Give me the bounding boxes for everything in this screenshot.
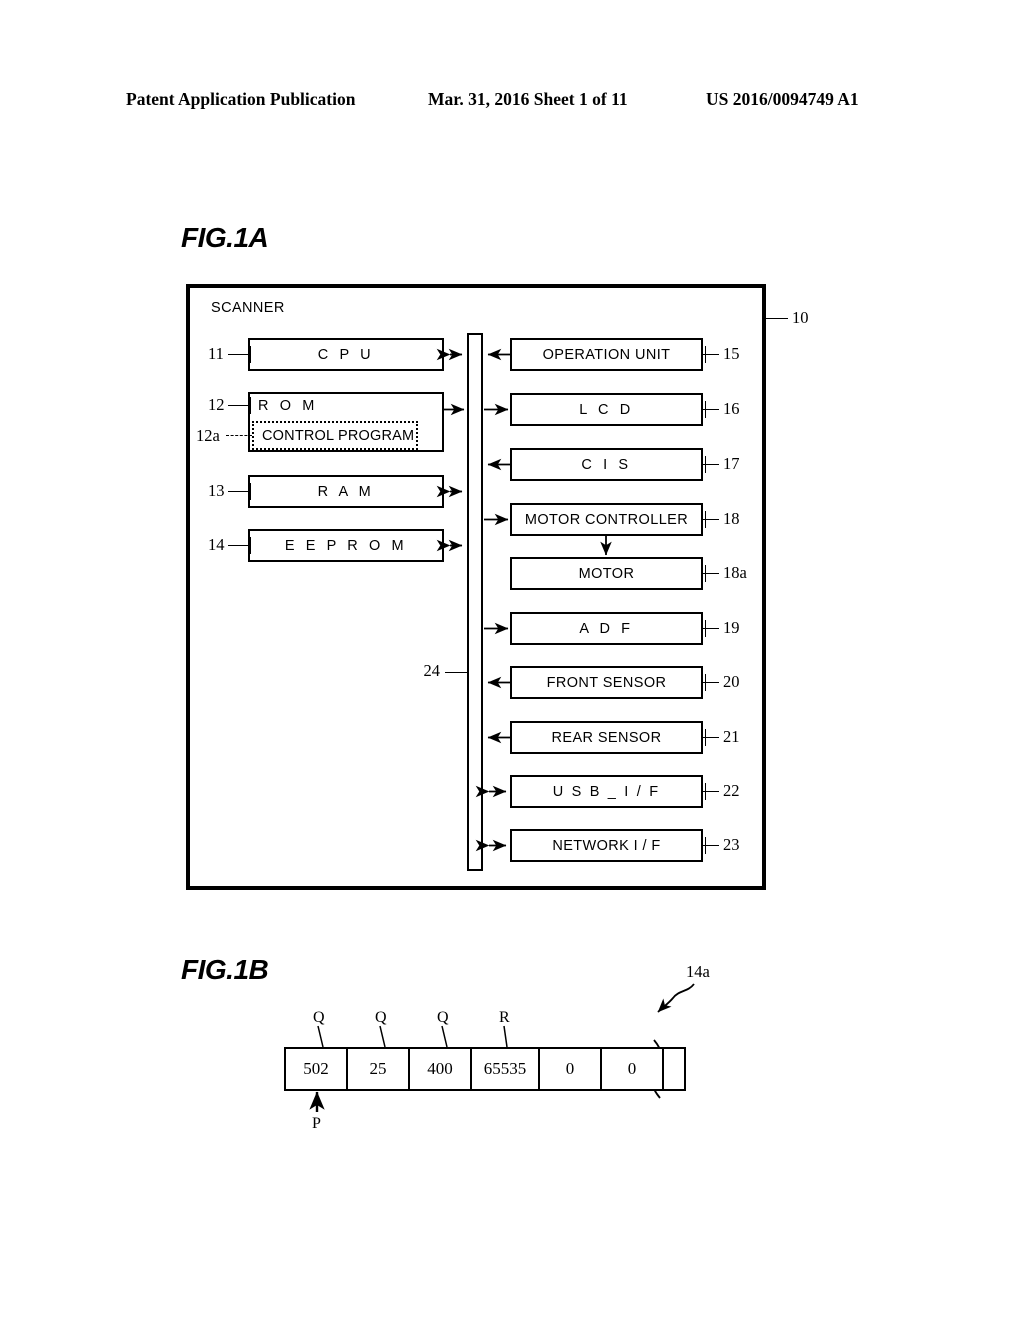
ref-numeral-15: 15 [723,344,740,363]
header-date-sheet: Mar. 31, 2016 Sheet 1 of 11 [428,88,628,109]
block-ram: R A M [248,475,444,508]
block-rom-label: R O M [258,398,318,414]
leader-tick-18 [705,511,706,528]
leader-ref-14a-arrow [657,983,695,1013]
block-adf-label: A D F [579,620,634,637]
page-header: Patent Application Publication Mar. 31, … [0,84,1024,114]
figure-1b-caption: FIG.1B [181,954,269,985]
ref-numeral-22: 22 [723,781,740,800]
cell-tag-1: Q [375,1009,387,1026]
pointer-p-label: P [312,1115,321,1132]
block-motor-label: MOTOR [578,565,635,582]
leader-tick-21 [705,729,706,746]
ref-numeral-19: 19 [723,618,740,637]
block-cis-label: C I S [581,456,632,473]
ref-numeral-16: 16 [723,399,740,418]
block-control-program-label: CONTROL PROGRAM [262,427,415,444]
block-usb-if-label: U S B _ I / F [552,783,661,800]
memory-cell: 25 [348,1049,410,1089]
ref-numeral-12a: 12a [196,426,220,445]
header-publication-number: US 2016/0094749 A1 [706,88,859,109]
block-front-sensor: FRONT SENSOR [510,666,703,699]
ref-numeral-10: 10 [792,308,809,327]
block-rear-sensor: REAR SENSOR [510,721,703,754]
memory-cell-value: 0 [627,1059,637,1078]
figure-1a-caption: FIG.1A [181,222,269,253]
block-control-program: CONTROL PROGRAM [252,421,418,450]
memory-cell-value: 65535 [483,1059,527,1078]
leader-tick-20 [705,674,706,691]
ref-numeral-18: 18 [723,509,740,528]
cell-tag-0: Q [313,1009,325,1026]
ref-numeral-20: 20 [723,672,740,691]
memory-strip: 502 25 400 65535 0 0 [284,1047,686,1091]
ref-numeral-21: 21 [723,727,740,746]
ref-numeral-14a: 14a [686,962,710,981]
block-eeprom-label: E E P R O M [284,537,408,554]
leader-ref-14 [228,545,250,546]
ref-numeral-17: 17 [723,454,740,473]
ref-numeral-18a: 18a [723,563,747,582]
leader-tick-22 [705,783,706,800]
leader-tick-17 [705,456,706,473]
block-motor: MOTOR [510,557,703,590]
block-operation-unit: OPERATION UNIT [510,338,703,371]
ref-numeral-13: 13 [208,481,225,500]
block-front-sensor-label: FRONT SENSOR [546,674,667,691]
block-eeprom: E E P R O M [248,529,444,562]
leader-tick-18a [705,565,706,582]
leader-ref-12a [226,435,252,436]
leader-tick-23 [705,837,706,854]
cell-tag-3: R [499,1009,510,1026]
memory-cell: 502 [286,1049,348,1089]
memory-cell: 0 [540,1049,602,1089]
memory-cell [664,1049,684,1089]
block-cis: C I S [510,448,703,481]
block-motor-controller-label: MOTOR CONTROLLER [524,511,689,528]
memory-cell: 400 [410,1049,472,1089]
leader-tick-14 [250,537,251,554]
memory-cell-value: 0 [565,1059,575,1078]
leader-ref-12 [228,405,250,406]
leader-tick-15 [705,346,706,363]
block-cpu: C P U [248,338,444,371]
block-lcd-label: L C D [579,401,634,418]
header-publication-type: Patent Application Publication [126,88,356,109]
memory-cell: 0 [602,1049,664,1089]
block-lcd: L C D [510,393,703,426]
block-adf: A D F [510,612,703,645]
leader-tick-19 [705,620,706,637]
ref-numeral-23: 23 [723,835,740,854]
block-operation-unit-label: OPERATION UNIT [542,346,671,363]
scanner-label: SCANNER [211,300,285,316]
block-motor-controller: MOTOR CONTROLLER [510,503,703,536]
block-network-if-label: NETWORK I / F [552,837,661,854]
block-cpu-label: C P U [317,346,375,363]
ref-numeral-11: 11 [208,344,224,363]
memory-cell-value: 502 [303,1059,329,1078]
ref-numeral-12: 12 [208,395,225,414]
block-ram-label: R A M [317,483,375,500]
leader-tick-13 [250,483,251,500]
memory-cell-value: 400 [427,1059,453,1078]
block-usb-if: U S B _ I / F [510,775,703,808]
system-bus [467,333,483,871]
leader-tick-16 [705,401,706,418]
block-rear-sensor-label: REAR SENSOR [551,729,662,746]
leader-ref-24 [445,672,467,673]
block-network-if: NETWORK I / F [510,829,703,862]
memory-cell-value: 25 [369,1059,387,1078]
leader-ref-10 [766,318,788,319]
ref-numeral-24: 24 [423,661,441,680]
leader-ref-11 [228,354,250,355]
leader-tick-12 [250,397,251,414]
memory-cell: 65535 [472,1049,540,1089]
cell-tag-2: Q [437,1009,449,1026]
leader-ref-13 [228,491,250,492]
ref-numeral-14: 14 [208,535,225,554]
leader-tick-11 [250,346,251,363]
cell-tag-leaders [317,1025,508,1048]
